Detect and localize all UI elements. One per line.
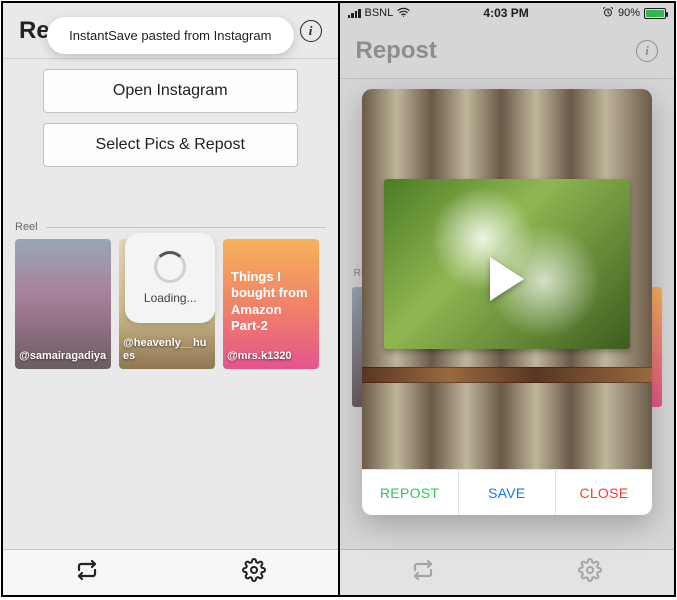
reel-thumb-1-user: @samairagadiya xyxy=(19,350,107,363)
paste-toast: InstantSave pasted from Instagram xyxy=(47,17,293,54)
reel-thumb-3-user: @mrs.k1320 xyxy=(227,350,315,363)
repost-button-label: REPOST xyxy=(380,485,439,501)
divider xyxy=(46,227,326,228)
open-instagram-label: Open Instagram xyxy=(113,82,228,100)
right-screenshot: BSNL 4:03 PM 90% Repost i xyxy=(338,3,675,595)
loading-text: Loading... xyxy=(144,291,197,305)
reel-thumb-3[interactable]: Things I bought from Amazon Part-2 @mrs.… xyxy=(223,239,319,369)
bg-thumb-left xyxy=(352,287,362,407)
settings-tab-icon[interactable] xyxy=(242,558,266,587)
close-button[interactable]: CLOSE xyxy=(555,470,652,515)
media-rail xyxy=(362,367,653,383)
bottom-tab-bar xyxy=(3,549,338,595)
close-button-label: CLOSE xyxy=(579,485,628,501)
reel-section-header: Reel xyxy=(15,221,326,233)
select-pics-button[interactable]: Select Pics & Repost xyxy=(43,123,298,167)
repost-button[interactable]: REPOST xyxy=(362,470,458,515)
action-row: REPOST SAVE CLOSE xyxy=(362,469,653,515)
bg-thumb-right xyxy=(652,287,662,407)
loading-indicator: Loading... xyxy=(125,233,215,323)
media-preview[interactable] xyxy=(362,89,653,469)
reel-thumb-1[interactable]: @samairagadiya xyxy=(15,239,111,369)
play-icon[interactable] xyxy=(490,257,524,301)
select-pics-label: Select Pics & Repost xyxy=(96,136,245,154)
save-button-label: SAVE xyxy=(488,485,526,501)
repost-tab-icon[interactable] xyxy=(75,558,99,587)
media-action-sheet: REPOST SAVE CLOSE xyxy=(362,89,653,515)
save-button[interactable]: SAVE xyxy=(458,470,555,515)
reel-thumb-3-overlay: Things I bought from Amazon Part-2 xyxy=(231,269,311,334)
open-instagram-button[interactable]: Open Instagram xyxy=(43,69,298,113)
spinner-icon xyxy=(154,251,186,283)
reel-label: Reel xyxy=(15,221,38,233)
reel-thumb-2-user: @heavenly__hues xyxy=(123,337,211,363)
info-icon[interactable]: i xyxy=(300,20,322,42)
left-screenshot: Repost i Open Instagram Select Pics & Re… xyxy=(3,3,338,595)
paste-toast-text: InstantSave pasted from Instagram xyxy=(69,28,271,43)
